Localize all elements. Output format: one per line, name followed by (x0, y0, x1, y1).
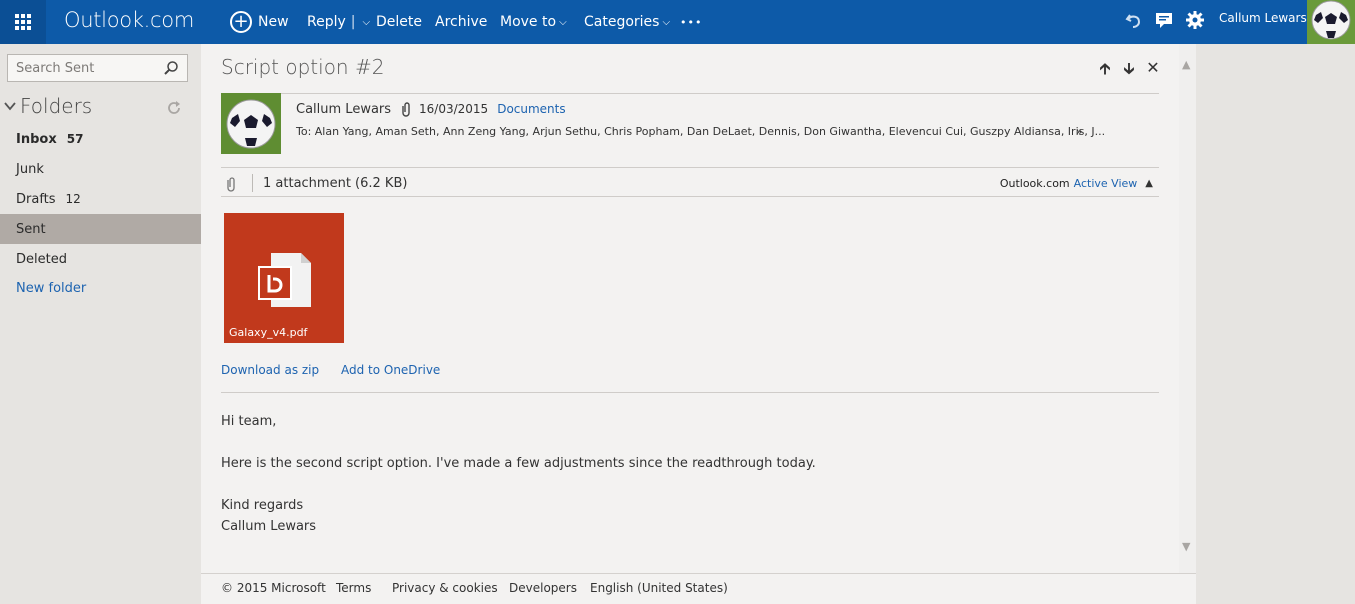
paperclip-icon (227, 177, 235, 192)
reply-divider: | (350, 14, 356, 30)
chat-icon[interactable] (1154, 10, 1174, 30)
chevron-down-icon[interactable]: ⌵ (363, 17, 371, 28)
refresh-icon[interactable] (166, 100, 182, 116)
footer: © 2015 Microsoft Terms Privacy & cookies… (201, 573, 1196, 604)
message-nav: 🡱 🡳 ✕ (1097, 58, 1161, 85)
archive-button[interactable]: Archive (435, 0, 487, 44)
divider (221, 196, 1159, 197)
message-body-line: Here is the second script option. I've m… (221, 456, 816, 471)
add-onedrive-link[interactable]: Add to OneDrive (341, 363, 440, 377)
folders-heading-label: Folders (20, 94, 93, 118)
gear-icon[interactable] (1185, 10, 1205, 30)
scroll-up-icon[interactable]: ▲ (1182, 58, 1190, 71)
chevron-down-icon: ⌵ (559, 16, 567, 28)
categories-label: Categories (584, 14, 660, 30)
privacy-link[interactable]: Privacy & cookies (392, 581, 498, 595)
divider (252, 174, 253, 192)
search-placeholder: Search Sent (16, 61, 95, 76)
paperclip-icon (402, 102, 410, 117)
divider (221, 167, 1159, 168)
divider (221, 93, 1159, 94)
sender-line: Callum Lewars 16/03/2015 Documents (296, 101, 566, 117)
folder-label: Drafts (16, 191, 56, 207)
attachment-tile[interactable]: Galaxy_v4.pdf (224, 213, 344, 343)
unread-count: 57 (66, 132, 84, 146)
active-view: Outlook.com Active View ▲ (1000, 177, 1153, 190)
developers-link[interactable]: Developers (509, 581, 577, 595)
language-link[interactable]: English (United States) (590, 581, 728, 595)
waffle-icon (15, 14, 31, 30)
avatar[interactable] (1307, 0, 1355, 44)
message-date: 16/03/2015 (419, 102, 489, 116)
brand-logo[interactable]: Outlook.com (64, 8, 194, 32)
undo-icon[interactable] (1124, 10, 1144, 30)
message-signature: Callum Lewars (221, 519, 317, 534)
chevron-up-icon[interactable]: ▲ (1145, 178, 1153, 189)
sender-name[interactable]: Callum Lewars (296, 102, 391, 117)
folder-inbox[interactable]: Inbox 57 (0, 124, 201, 154)
attachment-name: Galaxy_v4.pdf (229, 326, 308, 339)
terms-link[interactable]: Terms (336, 581, 371, 595)
delete-button[interactable]: Delete (376, 0, 422, 44)
expand-recipients-icon[interactable]: » (1076, 125, 1083, 138)
active-view-brand: Outlook.com (999, 177, 1070, 190)
user-name[interactable]: Callum Lewars (1219, 0, 1307, 36)
search-icon[interactable] (163, 60, 179, 76)
scroll-down-icon[interactable]: ▼ (1182, 540, 1190, 553)
message-closing: Kind regards (221, 498, 304, 513)
message-greeting: Hi team, (221, 414, 277, 429)
folder-label: Sent (16, 221, 46, 237)
new-label: New (258, 14, 289, 30)
pdf-file-icon (258, 253, 311, 307)
folders-heading[interactable]: Folders (0, 94, 92, 118)
draft-count: 12 (65, 192, 81, 206)
reply-label: Reply (307, 14, 346, 30)
attachment-bar: 1 attachment (6.2 KB) Outlook.com Active… (221, 171, 1159, 196)
folder-label: Deleted (16, 251, 67, 267)
categories-button[interactable]: Categories ⌵ (584, 0, 670, 44)
app-launcher-button[interactable] (0, 0, 46, 44)
folder-label: Inbox (16, 131, 57, 147)
message-subject: Script option #2 (221, 55, 385, 79)
recipients-line: To: Alan Yang, Aman Seth, Ann Zeng Yang,… (296, 125, 1106, 138)
download-zip-link[interactable]: Download as zip (221, 363, 319, 377)
close-icon[interactable]: ✕ (1145, 58, 1161, 85)
new-folder-link[interactable]: New folder (0, 273, 201, 303)
divider (221, 392, 1159, 393)
folder-junk[interactable]: Junk (0, 154, 201, 184)
reading-pane: Script option #2 🡱 🡳 ✕ Callum Lewars 16/… (201, 44, 1179, 573)
folder-label: Junk (16, 161, 44, 177)
attachment-summary: 1 attachment (6.2 KB) (263, 176, 408, 191)
attachment-actions: Download as zip Add to OneDrive (221, 363, 458, 377)
right-margin (1196, 44, 1355, 604)
plus-icon: + (230, 11, 252, 33)
folder-sent[interactable]: Sent (0, 214, 201, 244)
top-bar: Outlook.com + New Reply | ⌵ Delete Archi… (0, 0, 1355, 44)
scrollbar[interactable]: ▲ ▼ (1179, 44, 1196, 573)
search-input[interactable]: Search Sent (7, 54, 188, 82)
folder-drafts[interactable]: Drafts 12 (0, 184, 201, 214)
arrow-up-icon[interactable]: 🡱 (1097, 58, 1113, 85)
move-to-label: Move to (500, 14, 557, 30)
move-to-button[interactable]: Move to ⌵ (500, 0, 567, 44)
active-view-link[interactable]: Active View (1074, 177, 1138, 190)
chevron-down-icon: ⌵ (662, 16, 671, 28)
more-actions-button[interactable]: ••• (680, 0, 702, 44)
sender-avatar[interactable] (221, 93, 281, 154)
arrow-down-icon[interactable]: 🡳 (1121, 58, 1137, 85)
folder-label: New folder (16, 280, 87, 296)
copyright: © 2015 Microsoft (221, 581, 326, 595)
chevron-down-icon (4, 102, 16, 111)
new-button[interactable]: + New (230, 0, 289, 44)
folder-link[interactable]: Documents (497, 102, 565, 116)
folder-deleted[interactable]: Deleted (0, 244, 201, 274)
reply-button[interactable]: Reply | ⌵ (307, 0, 370, 44)
